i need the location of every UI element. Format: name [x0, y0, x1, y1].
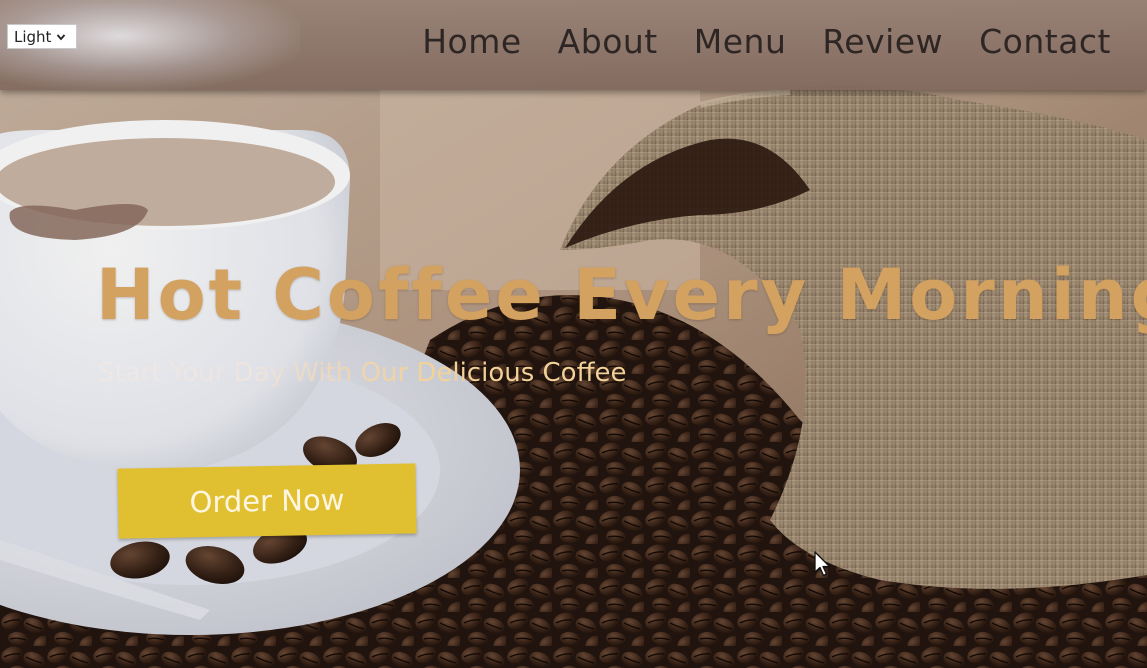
main-nav: Home About Menu Review Contact	[422, 22, 1111, 61]
hero-title: Hot Coffee Every Morning	[96, 254, 1147, 336]
theme-select-value: Light	[14, 27, 52, 46]
mouse-pointer-icon	[814, 551, 831, 577]
nav-link-menu[interactable]: Menu	[694, 22, 787, 61]
header-bar: Light Home About Menu Review Contact	[0, 0, 1147, 90]
hero-subtitle: Start Your Day With Our Delicious Coffee	[98, 358, 627, 388]
chevron-down-icon	[57, 33, 66, 40]
nav-link-home[interactable]: Home	[422, 22, 521, 61]
page: Light Home About Menu Review Contact Hot…	[0, 0, 1147, 668]
order-now-button[interactable]: Order Now	[117, 463, 417, 539]
theme-select[interactable]: Light	[7, 24, 77, 49]
nav-link-contact[interactable]: Contact	[979, 22, 1111, 61]
nav-link-review[interactable]: Review	[822, 22, 943, 61]
nav-link-about[interactable]: About	[558, 22, 658, 61]
